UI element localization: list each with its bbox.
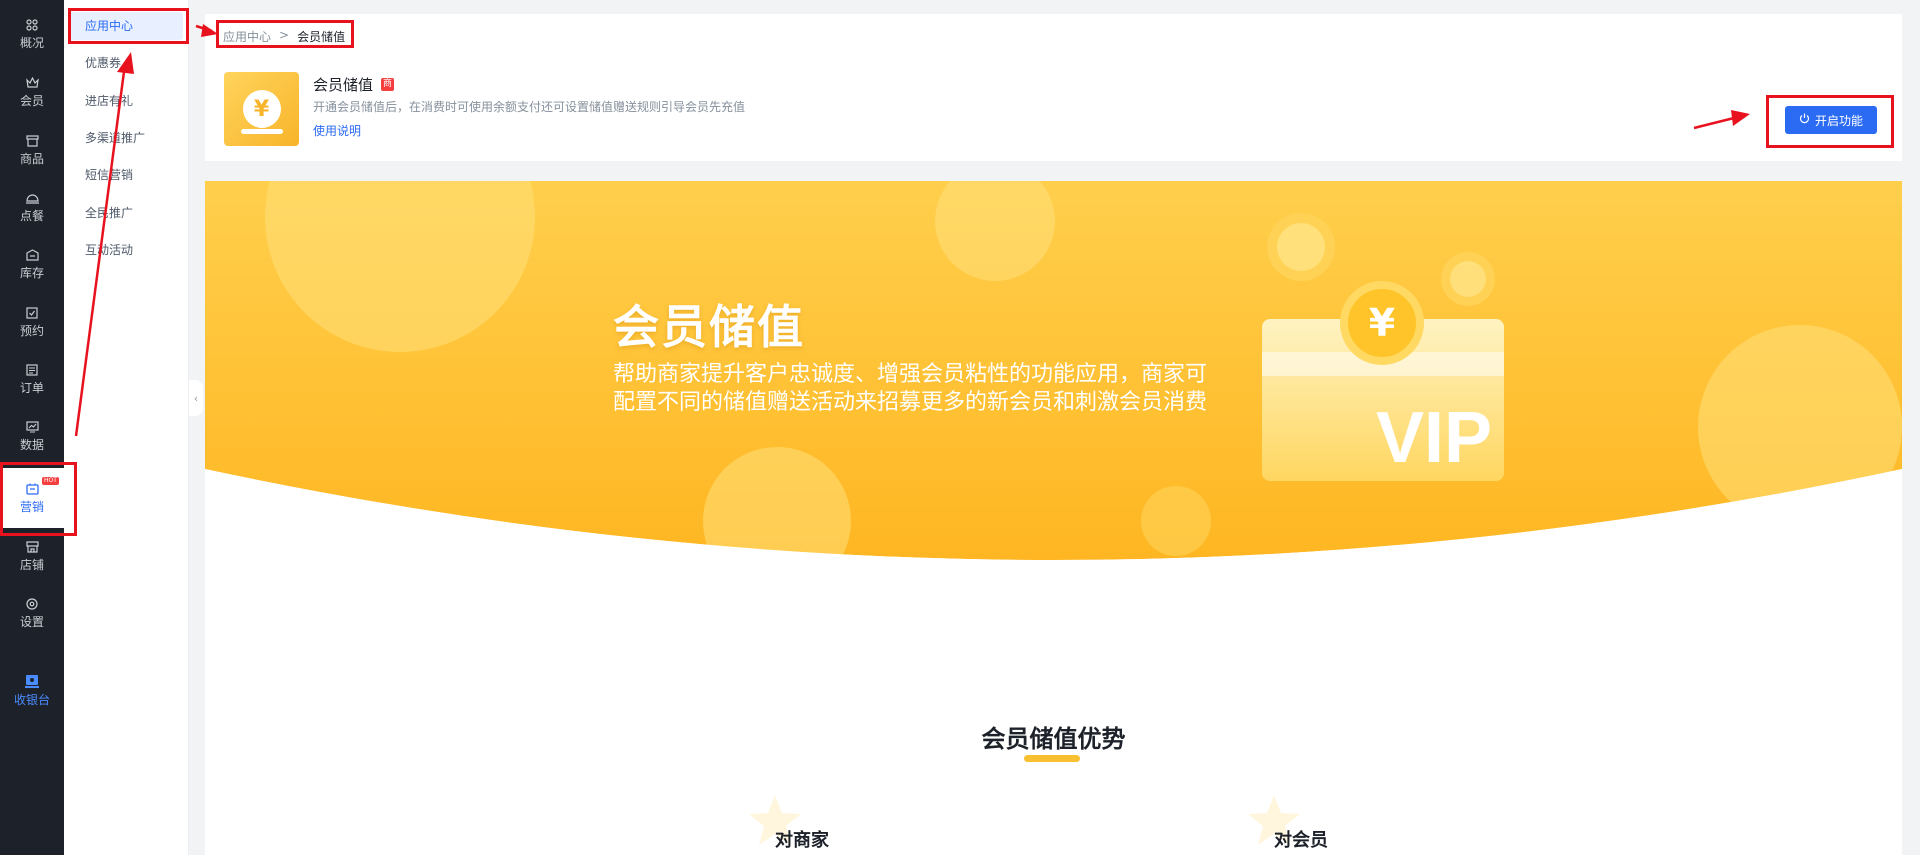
annotation-arrows [74, 24, 1750, 437]
